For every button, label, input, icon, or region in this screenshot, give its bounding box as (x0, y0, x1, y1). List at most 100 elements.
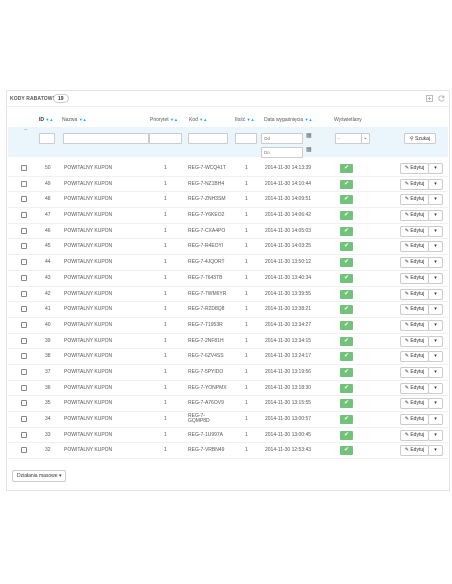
check-icon[interactable]: ✔ (340, 195, 353, 205)
row-checkbox[interactable] (21, 337, 27, 344)
row-actions-dropdown[interactable]: ▾ (428, 194, 443, 206)
column-header-code[interactable]: Kod ▼▲ (189, 117, 207, 123)
check-icon[interactable]: ✔ (340, 320, 353, 330)
row-checkbox[interactable] (21, 321, 27, 328)
row-actions-dropdown[interactable]: ▾ (428, 398, 443, 410)
edit-button[interactable]: ✎ Edytuj (400, 194, 429, 206)
row-checkbox[interactable] (21, 368, 27, 375)
table-row[interactable]: 33 POWITALNY KUPON 1 REG-7-1U997A 1 2014-11-3… (8, 428, 448, 444)
filter-displayed-select[interactable]: - ⌄ (335, 133, 370, 144)
check-icon[interactable]: ✔ (340, 226, 353, 236)
row-checkbox[interactable] (21, 180, 27, 187)
row-checkbox[interactable] (21, 227, 27, 234)
edit-button[interactable]: ✎ Edytuj (400, 288, 429, 300)
check-icon[interactable]: ✔ (340, 367, 353, 377)
column-header-name[interactable]: Nazwa ▼▲ (62, 117, 87, 123)
row-checkbox[interactable] (21, 259, 27, 266)
row-checkbox[interactable] (21, 447, 27, 454)
edit-button[interactable]: ✎ Edytuj (400, 335, 429, 347)
table-row[interactable]: 45 POWITALNY KUPON 1 REG-7-R4EOYI 1 2014-11-3… (8, 239, 448, 256)
filter-id-input[interactable] (39, 133, 55, 144)
edit-button[interactable]: ✎ Edytuj (400, 366, 429, 378)
calendar-icon[interactable]: ▦ (306, 146, 312, 153)
check-icon[interactable]: ✔ (340, 399, 353, 409)
row-actions-dropdown[interactable]: ▾ (428, 272, 443, 284)
table-row[interactable]: 49 POWITALNY KUPON 1 REG-7-NZ1BH4 1 2014-11-3… (8, 177, 448, 193)
table-row[interactable]: 36 POWITALNY KUPON 1 REG-7-YONPMX 1 2014-11-3… (8, 381, 448, 397)
row-actions-dropdown[interactable]: ▾ (428, 319, 443, 331)
edit-button[interactable]: ✎ Edytuj (400, 445, 429, 457)
search-button[interactable]: ⚲ Szukaj (404, 133, 436, 144)
check-icon[interactable]: ✔ (340, 242, 353, 252)
edit-button[interactable]: ✎ Edytuj (400, 351, 429, 363)
column-header-quantity[interactable]: Ilość ▼▲ (235, 117, 255, 123)
row-checkbox[interactable] (21, 431, 27, 438)
edit-button[interactable]: ✎ Edytuj (400, 398, 429, 410)
row-actions-dropdown[interactable]: ▾ (428, 241, 443, 253)
table-row[interactable]: 46 POWITALNY KUPON 1 REG-7-CXA4PO 1 2014-11-3… (8, 224, 448, 240)
edit-button[interactable]: ✎ Edytuj (400, 163, 429, 174)
row-checkbox[interactable] (21, 416, 27, 422)
table-row[interactable]: 43 POWITALNY KUPON 1 REG-7-7643TB 1 2014-11-3… (8, 271, 448, 287)
check-icon[interactable]: ✔ (340, 273, 353, 283)
table-row[interactable]: 37 POWITALNY KUPON 1 REG-7-5PYIDO 1 2014-11-3… (8, 365, 448, 381)
filter-date-from-input[interactable] (261, 133, 303, 144)
check-icon[interactable]: ✔ (340, 415, 353, 424)
check-icon[interactable]: ✔ (340, 352, 353, 362)
edit-button[interactable]: ✎ Edytuj (400, 319, 429, 331)
row-checkbox[interactable] (21, 384, 27, 391)
edit-button[interactable]: ✎ Edytuj (400, 272, 429, 284)
row-actions-dropdown[interactable]: ▾ (428, 429, 443, 441)
filter-code-input[interactable] (188, 133, 228, 144)
row-checkbox[interactable] (21, 290, 27, 297)
filter-name-input[interactable] (63, 133, 149, 144)
row-checkbox[interactable] (21, 212, 27, 219)
edit-button[interactable]: ✎ Edytuj (400, 429, 429, 441)
refresh-icon[interactable] (437, 95, 445, 103)
edit-button[interactable]: ✎ Edytuj (400, 225, 429, 237)
check-icon[interactable]: ✔ (340, 164, 353, 173)
calendar-icon[interactable]: ▦ (306, 132, 312, 139)
edit-button[interactable]: ✎ Edytuj (400, 414, 429, 425)
row-actions-dropdown[interactable]: ▾ (428, 351, 443, 363)
table-row[interactable]: 32 POWITALNY KUPON 1 REG-7-VRBN49 1 2014-11-3… (8, 443, 448, 460)
table-row[interactable]: 40 POWITALNY KUPON 1 REG-7-T1953R 1 2014-11-3… (8, 318, 448, 334)
table-row[interactable]: 34 POWITALNY KUPON 1 REG-7- GQMP8D 1 2014-11-3… (8, 412, 448, 428)
table-row[interactable]: 44 POWITALNY KUPON 1 REG-7-4JQORT 1 2014-11-3… (8, 255, 448, 271)
row-checkbox[interactable] (21, 243, 27, 250)
row-actions-dropdown[interactable]: ▾ (428, 225, 443, 237)
check-icon[interactable]: ✔ (340, 336, 353, 346)
column-header-id[interactable]: ID ▼▲ (39, 117, 53, 123)
filter-priority-input[interactable] (149, 133, 182, 144)
bulk-actions-button[interactable]: Działania masowe ▾ (12, 470, 67, 482)
table-row[interactable]: 39 POWITALNY KUPON 1 REG-7-2NF81H 1 2014-11-3… (8, 334, 448, 350)
check-icon[interactable]: ✔ (340, 179, 353, 189)
table-row[interactable]: 41 POWITALNY KUPON 1 REG-7-R2D8Q8 1 2014-11-3… (8, 302, 448, 318)
row-checkbox[interactable] (21, 274, 27, 281)
check-icon[interactable]: ✔ (340, 289, 353, 299)
row-checkbox[interactable] (21, 196, 27, 203)
edit-button[interactable]: ✎ Edytuj (400, 304, 429, 316)
row-checkbox[interactable] (21, 165, 27, 171)
check-icon[interactable]: ✔ (340, 430, 353, 440)
table-row[interactable]: 50 POWITALNY KUPON 1 REG-7-WCQ41T 1 2014-11-3… (8, 161, 448, 177)
check-icon[interactable]: ✔ (340, 305, 353, 315)
column-header-expiry[interactable]: Data wygaśnięcia ▼▲ (264, 117, 313, 123)
table-row[interactable]: 47 POWITALNY KUPON 1 REG-7-Y6KEO2 1 2014-11-3… (8, 208, 448, 224)
check-icon[interactable]: ✔ (340, 446, 353, 456)
edit-button[interactable]: ✎ Edytuj (400, 241, 429, 253)
check-icon[interactable]: ✔ (340, 211, 353, 221)
add-new-icon[interactable] (425, 95, 433, 103)
check-icon[interactable]: ✔ (340, 383, 353, 393)
edit-button[interactable]: ✎ Edytuj (400, 210, 429, 222)
row-actions-dropdown[interactable]: ▾ (428, 288, 443, 300)
row-actions-dropdown[interactable]: ▾ (428, 366, 443, 378)
column-header-priority[interactable]: Priorytet ▼▲ (150, 117, 178, 123)
table-row[interactable]: 38 POWITALNY KUPON 1 REG-7-6ZV4SS 1 2014-11-3… (8, 349, 448, 365)
check-icon[interactable]: ✔ (340, 258, 353, 268)
row-actions-dropdown[interactable]: ▾ (428, 414, 443, 425)
table-row[interactable]: 35 POWITALNY KUPON 1 REG-7-A76OV9 1 2014-11-3… (8, 396, 448, 412)
row-actions-dropdown[interactable]: ▾ (428, 178, 443, 190)
row-actions-dropdown[interactable]: ▾ (428, 382, 443, 394)
row-checkbox[interactable] (21, 353, 27, 360)
